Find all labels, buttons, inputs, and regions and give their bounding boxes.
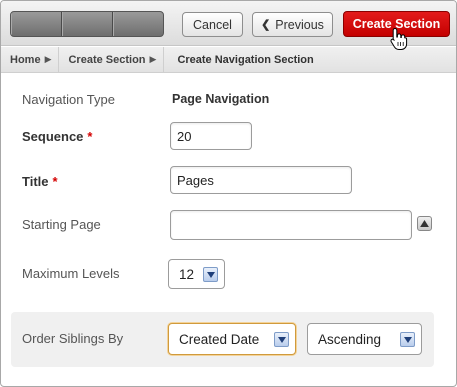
toolbar: Cancel ❮ Previous Create Section [1,1,456,46]
breadcrumb-item-current: Create Navigation Section [164,47,313,72]
sort-direction-selected: Ascending [318,331,382,347]
progress-segment-2 [62,12,113,36]
dropdown-arrow-icon [400,332,415,347]
caret-right-icon: ▶ [44,54,52,64]
order-siblings-by-select[interactable]: Created Date [168,323,296,355]
sort-direction-select[interactable]: Ascending [307,323,422,355]
maximum-levels-select[interactable]: 12 [168,259,225,289]
chevron-left-icon: ❮ [261,19,271,31]
create-navigation-section-dialog: Cancel ❮ Previous Create Section Home ▶ … [0,0,457,387]
previous-button[interactable]: ❮ Previous [252,12,333,37]
title-label-text: Title [22,174,49,189]
order-siblings-by-selected: Created Date [179,331,260,347]
caret-right-icon: ▶ [149,54,157,64]
previous-button-label: Previous [275,17,324,32]
list-of-values-button[interactable] [417,216,432,231]
breadcrumb-item-home[interactable]: Home ▶ [1,47,60,72]
triangle-up-icon [420,220,429,227]
sequence-label: Sequence * [22,129,92,144]
sequence-input-value: 20 [177,128,192,144]
required-indicator: * [87,129,93,144]
title-label: Title * [22,174,58,189]
wizard-progress-segments [10,11,164,37]
breadcrumb-label: Create Section [68,53,146,66]
breadcrumb-label: Home [10,53,41,66]
navigation-type-value: Page Navigation [172,92,270,106]
progress-segment-3 [113,12,163,36]
sequence-input[interactable]: 20 [170,122,252,150]
navigation-type-label: Navigation Type [22,92,115,107]
cancel-button-label: Cancel [193,17,232,32]
dropdown-arrow-icon [203,267,218,282]
starting-page-label: Starting Page [22,217,101,232]
breadcrumb-label: Create Navigation Section [177,53,314,66]
title-input-value: Pages [177,172,214,188]
order-siblings-label: Order Siblings By [22,331,124,346]
dropdown-arrow-icon [274,332,289,347]
breadcrumb-item-create-section[interactable]: Create Section ▶ [59,47,165,72]
progress-segment-1 [11,12,62,36]
breadcrumb: Home ▶ Create Section ▶ Create Navigatio… [1,47,456,73]
maximum-levels-selected: 12 [179,266,195,282]
maximum-levels-label: Maximum Levels [22,266,120,281]
cancel-button[interactable]: Cancel [182,12,243,37]
required-indicator: * [52,174,58,189]
sequence-label-text: Sequence [22,129,84,144]
hand-pointer-cursor-icon [390,27,408,50]
title-input[interactable]: Pages [170,166,352,194]
starting-page-input[interactable] [170,210,412,240]
